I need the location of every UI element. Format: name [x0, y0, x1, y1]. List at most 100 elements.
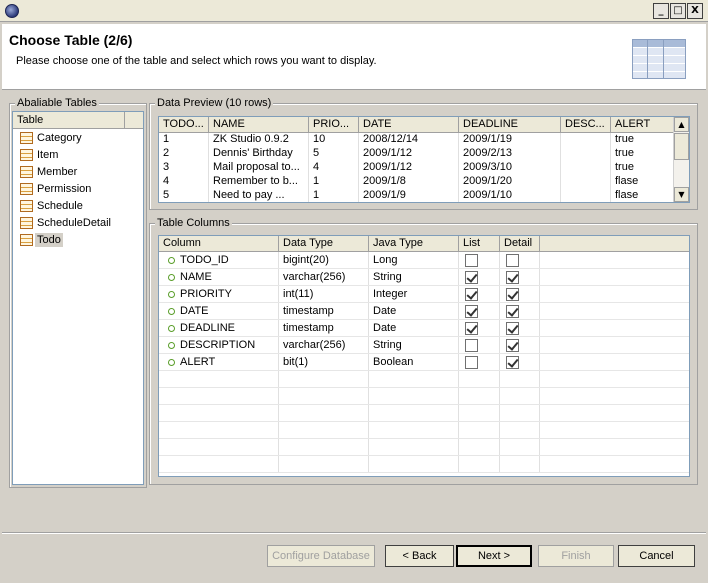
- preview-cell: 2008/12/14: [359, 133, 459, 147]
- table-list-item[interactable]: Member: [13, 163, 143, 180]
- column-field-icon: [168, 307, 175, 315]
- preview-column-header[interactable]: PRIO...: [309, 117, 359, 132]
- preview-scrollbar[interactable]: ▲ ▼: [673, 117, 689, 202]
- preview-column-header[interactable]: DESC...: [561, 117, 611, 132]
- minimize-button[interactable]: _: [653, 3, 669, 19]
- column-name-cell: TODO_ID: [159, 252, 279, 268]
- empty-cell: [540, 252, 689, 268]
- empty-cell: [279, 388, 369, 404]
- list-checkbox[interactable]: [465, 338, 478, 352]
- preview-row[interactable]: 1 ZK Studio 0.9.2 10 2008/12/14 2009/1/19 tru…: [159, 133, 689, 147]
- data-type-cell: bigint(20): [279, 252, 369, 268]
- empty-cell: [279, 405, 369, 421]
- java-type-cell: Boolean: [369, 354, 459, 370]
- preview-body: 1 ZK Studio 0.9.2 10 2008/12/14 2009/1/19 tru…: [159, 133, 689, 202]
- empty-cell: [159, 405, 279, 421]
- list-checkbox[interactable]: [465, 355, 478, 369]
- table-list-item[interactable]: Permission: [13, 180, 143, 197]
- list-checkbox[interactable]: [465, 304, 478, 318]
- next-button[interactable]: Next >: [456, 545, 532, 567]
- empty-cell: [459, 388, 500, 404]
- preview-column-header[interactable]: ALERT: [611, 117, 675, 132]
- column-row[interactable]: PRIORITY int(11) Integer: [159, 286, 689, 303]
- detail-checkbox[interactable]: [506, 355, 519, 369]
- scroll-down-icon[interactable]: ▼: [674, 187, 689, 202]
- preview-cell: 1: [309, 189, 359, 202]
- configure-database-button[interactable]: Configure Database: [267, 545, 375, 567]
- empty-cell: [540, 422, 689, 438]
- preview-row[interactable]: 4 Remember to b... 1 2009/1/8 2009/1/20 flase: [159, 175, 689, 189]
- detail-checkbox-cell: [500, 286, 540, 302]
- columns-column-header[interactable]: Column: [159, 236, 279, 251]
- data-type-cell: timestamp: [279, 303, 369, 319]
- tables-list[interactable]: Table Category Item Member Permission Schedu…: [12, 111, 144, 485]
- column-row[interactable]: DEADLINE timestamp Date: [159, 320, 689, 337]
- column-name: NAME: [180, 271, 212, 283]
- list-checkbox[interactable]: [465, 287, 478, 301]
- preview-column-header[interactable]: NAME: [209, 117, 309, 132]
- empty-cell: [540, 303, 689, 319]
- scroll-up-icon[interactable]: ▲: [674, 117, 689, 132]
- column-row[interactable]: DESCRIPTION varchar(256) String: [159, 337, 689, 354]
- java-type-cell: String: [369, 337, 459, 353]
- detail-checkbox[interactable]: [506, 287, 519, 301]
- columns-column-header[interactable]: Detail: [500, 236, 540, 251]
- columns-column-header[interactable]: Java Type: [369, 236, 459, 251]
- detail-checkbox[interactable]: [506, 253, 519, 267]
- table-column-header[interactable]: Table: [13, 112, 125, 128]
- detail-checkbox[interactable]: [506, 304, 519, 318]
- list-checkbox[interactable]: [465, 253, 478, 267]
- preview-cell: 2009/1/10: [459, 189, 561, 202]
- list-checkbox[interactable]: [465, 270, 478, 284]
- finish-button[interactable]: Finish: [538, 545, 614, 567]
- detail-checkbox[interactable]: [506, 270, 519, 284]
- preview-cell: [561, 147, 611, 161]
- table-columns-table[interactable]: Column Data Type Java Type List Detail TODO_…: [158, 235, 690, 477]
- empty-cell: [540, 439, 689, 455]
- columns-column-header[interactable]: Data Type: [279, 236, 369, 251]
- column-row[interactable]: TODO_ID bigint(20) Long: [159, 252, 689, 269]
- empty-cell: [279, 456, 369, 472]
- page-title: Choose Table (2/6): [9, 32, 133, 48]
- preview-column-header[interactable]: DATE: [359, 117, 459, 132]
- table-list-item[interactable]: ScheduleDetail: [13, 214, 143, 231]
- column-name: TODO_ID: [180, 254, 229, 266]
- preview-cell: 2009/1/8: [359, 175, 459, 189]
- cancel-button[interactable]: Cancel: [618, 545, 695, 567]
- empty-cell: [459, 456, 500, 472]
- detail-checkbox[interactable]: [506, 321, 519, 335]
- columns-column-header[interactable]: List: [459, 236, 500, 251]
- back-button[interactable]: < Back: [385, 545, 454, 567]
- table-list-item[interactable]: Todo: [13, 231, 143, 248]
- column-name: ALERT: [180, 356, 216, 368]
- preview-column-header[interactable]: TODO...: [159, 117, 209, 132]
- column-row[interactable]: ALERT bit(1) Boolean: [159, 354, 689, 371]
- empty-cell: [369, 371, 459, 387]
- preview-cell: 2: [159, 147, 209, 161]
- preview-row[interactable]: 2 Dennis' Birthday 5 2009/1/12 2009/2/13 true: [159, 147, 689, 161]
- scroll-thumb[interactable]: [674, 133, 689, 160]
- preview-row[interactable]: 3 Mail proposal to... 4 2009/1/12 2009/3/10 t…: [159, 161, 689, 175]
- preview-column-header[interactable]: DEADLINE: [459, 117, 561, 132]
- detail-checkbox-cell: [500, 354, 540, 370]
- detail-checkbox[interactable]: [506, 338, 519, 352]
- maximize-button[interactable]: □: [670, 3, 686, 19]
- table-icon: [20, 216, 33, 229]
- column-row[interactable]: NAME varchar(256) String: [159, 269, 689, 286]
- empty-cell: [500, 405, 540, 421]
- empty-cell: [540, 405, 689, 421]
- table-list-item[interactable]: Category: [13, 129, 143, 146]
- detail-checkbox-cell: [500, 320, 540, 336]
- preview-cell: 2009/1/20: [459, 175, 561, 189]
- preview-cell: [561, 175, 611, 189]
- table-list-item[interactable]: Schedule: [13, 197, 143, 214]
- data-preview-table[interactable]: TODO... NAME PRIO... DATE DEADLINE DESC... ALE…: [158, 116, 690, 203]
- list-checkbox[interactable]: [465, 321, 478, 335]
- column-name: DESCRIPTION: [180, 339, 256, 351]
- preview-row[interactable]: 5 Need to pay ... 1 2009/1/9 2009/1/10 flase: [159, 189, 689, 202]
- empty-cell: [279, 371, 369, 387]
- column-row[interactable]: DATE timestamp Date: [159, 303, 689, 320]
- table-list-item[interactable]: Item: [13, 146, 143, 163]
- close-button[interactable]: X: [687, 3, 703, 19]
- empty-cell: [500, 422, 540, 438]
